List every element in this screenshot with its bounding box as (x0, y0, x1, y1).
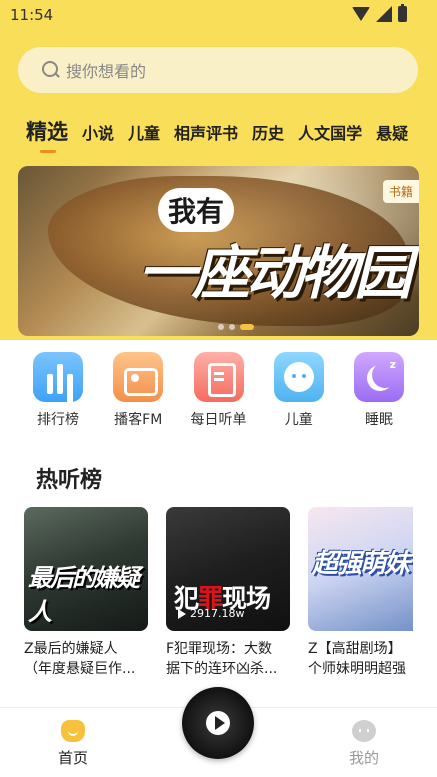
quick-nav-ranking[interactable]: 排行榜 (18, 352, 98, 432)
quick-nav-label: 每日听单 (190, 412, 247, 428)
radio-icon (113, 352, 164, 402)
kid-face-icon (273, 352, 324, 402)
search-icon (42, 61, 60, 79)
quick-nav: 排行榜 播客FM 每日听单 儿童 睡眠 (18, 352, 419, 432)
signal-icon (376, 6, 392, 22)
daily-list-icon (193, 352, 244, 402)
hot-title-line: 个师妹明明超强 (308, 661, 406, 677)
hot-title-line: （年度悬疑巨作... (24, 661, 136, 677)
play-count: 2917.18w (178, 607, 244, 620)
ranking-icon (33, 352, 83, 402)
profile-icon (352, 720, 376, 742)
quick-nav-kids[interactable]: 儿童 (259, 352, 339, 432)
battery-icon (398, 4, 407, 22)
nav-me[interactable]: 我的 (339, 720, 389, 768)
hot-title-line: Z最后的嫌疑人 (24, 641, 118, 657)
active-tab-indicator (40, 150, 56, 153)
quick-nav-label: 播客FM (114, 412, 163, 428)
hot-card-title: Z【高甜剧场】 个师妹明明超强 (308, 639, 413, 679)
tab-label: 精选 (26, 120, 68, 144)
carousel-dot (218, 324, 224, 330)
home-icon (61, 720, 85, 742)
quick-nav-label: 排行榜 (37, 412, 79, 428)
hot-card-title: Z最后的嫌疑人 （年度悬疑巨作... (24, 639, 148, 679)
carousel-dot-active (240, 324, 254, 330)
play-icon (178, 608, 186, 619)
wifi-icon (352, 7, 370, 21)
cover-title: 最后的嫌疑人 (28, 563, 140, 626)
quick-nav-podcast[interactable]: 播客FM (98, 352, 178, 432)
quick-nav-label: 睡眠 (365, 412, 393, 428)
hot-list: 最后的嫌疑人 Z最后的嫌疑人 （年度悬疑巨作... 犯罪现场 2917.18w … (24, 507, 413, 682)
tab-featured[interactable]: 精选 (26, 116, 68, 153)
carousel-dot (229, 324, 235, 330)
hot-title-line: F犯罪现场：大数 (166, 641, 273, 657)
hot-card[interactable]: 超强萌妹 Z【高甜剧场】 个师妹明明超强 (308, 507, 413, 682)
banner-tag: 书籍 (382, 180, 419, 203)
hot-cover: 最后的嫌疑人 (24, 507, 148, 631)
tab-humanities[interactable]: 人文国学 (298, 120, 362, 144)
tab-crosstalk[interactable]: 相声评书 (174, 120, 238, 144)
status-icons (352, 4, 407, 22)
moon-icon (354, 352, 404, 402)
hot-card-title: F犯罪现场：大数 据下的连环凶杀... (166, 639, 290, 679)
quick-nav-daily[interactable]: 每日听单 (179, 352, 259, 432)
carousel-indicator (218, 324, 254, 330)
tab-suspense[interactable]: 悬疑 (376, 120, 408, 144)
hot-card[interactable]: 犯罪现场 2917.18w F犯罪现场：大数 据下的连环凶杀... (166, 507, 290, 682)
search-bar[interactable]: 搜你想看的 (18, 47, 418, 93)
tab-novel[interactable]: 小说 (82, 120, 114, 144)
quick-nav-sleep[interactable]: 睡眠 (339, 352, 419, 432)
nav-home-label: 首页 (57, 749, 88, 767)
search-placeholder: 搜你想看的 (66, 62, 147, 81)
hot-title-line: Z【高甜剧场】 (308, 641, 402, 657)
player-button[interactable] (182, 687, 254, 759)
hot-section-title: 热听榜 (36, 468, 103, 493)
tab-history[interactable]: 历史 (252, 120, 284, 144)
hot-title-line: 据下的连环凶杀... (166, 661, 278, 677)
nav-home[interactable]: 首页 (48, 720, 98, 768)
play-icon (215, 716, 225, 730)
hot-cover: 犯罪现场 2917.18w (166, 507, 290, 631)
banner-carousel[interactable]: 我有 一座动物园 书籍 (18, 166, 419, 336)
nav-me-label: 我的 (348, 749, 379, 767)
tab-kids[interactable]: 儿童 (128, 120, 160, 144)
status-bar: 11:54 (0, 0, 437, 30)
hot-card[interactable]: 最后的嫌疑人 Z最后的嫌疑人 （年度悬疑巨作... (24, 507, 148, 682)
cover-title: 超强萌妹 (312, 549, 410, 579)
banner-title-main: 一座动物园 (138, 239, 412, 307)
category-tabs: 精选 小说 儿童 相声评书 历史 人文国学 悬疑 (26, 116, 437, 156)
status-time: 11:54 (10, 6, 54, 24)
play-count-value: 2917.18w (190, 607, 245, 620)
hot-cover: 超强萌妹 (308, 507, 413, 631)
quick-nav-label: 儿童 (284, 412, 313, 428)
